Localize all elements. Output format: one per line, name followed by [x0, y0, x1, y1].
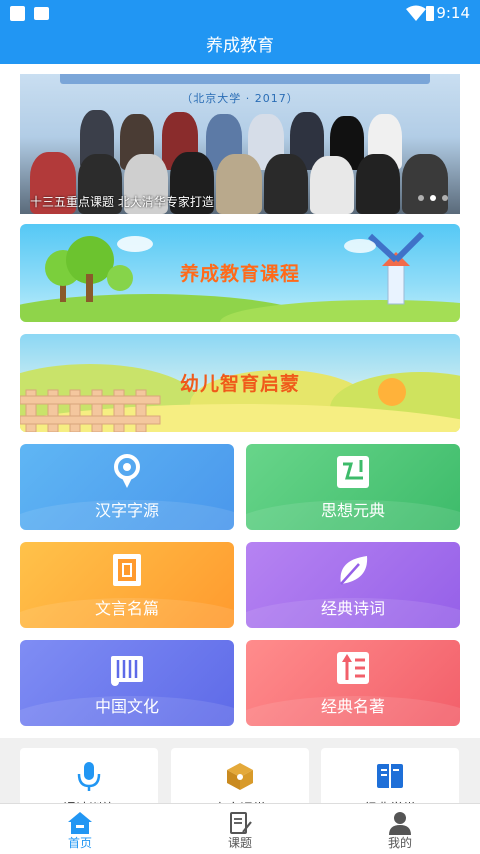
category-label: 文言名篇 [94, 599, 159, 618]
category-tile-poetry[interactable]: 经典诗词 [246, 542, 460, 628]
lightbulb-icon [114, 454, 140, 488]
scroll-icon [113, 554, 141, 586]
quick-link-recitation[interactable]: 诵读训练 [20, 748, 158, 808]
nav-profile[interactable]: 我的 [320, 804, 480, 854]
carousel-indicator [412, 186, 448, 205]
nav-label: 课题 [227, 836, 252, 850]
category-tile-masterpieces[interactable]: 经典名著 [246, 640, 460, 726]
box-icon [227, 763, 253, 790]
status-time: 9:14 [436, 4, 470, 22]
nav-label: 首页 [67, 836, 92, 850]
person [216, 154, 262, 214]
microphone-icon [77, 762, 101, 791]
leaf-icon [340, 556, 368, 585]
category-tile-hanzi[interactable]: 汉字字源 [20, 444, 234, 530]
nav-topics[interactable]: 课题 [160, 804, 320, 854]
battery-icon [426, 6, 434, 21]
person [310, 156, 354, 214]
carousel-dot [418, 195, 424, 201]
open-book-icon [377, 764, 403, 788]
signal-icon [390, 5, 404, 23]
notification-icon [34, 7, 49, 20]
bamboo-scroll-icon [111, 656, 143, 686]
category-tile-wenyan[interactable]: 文言名篇 [20, 542, 234, 628]
banner-carousel[interactable]: （北京大学 · 2017） 十三五重点课题 北大清华专家打造 [20, 74, 460, 214]
notification-icon [10, 6, 25, 21]
quick-link-expert[interactable]: 专家课堂 [171, 748, 309, 808]
wifi-icon [406, 5, 426, 21]
feature-card-label: 养成教育课程 [179, 263, 300, 285]
user-icon [389, 812, 411, 835]
book-scroll-icon [337, 456, 369, 488]
person [264, 154, 308, 214]
category-label: 汉字字源 [94, 501, 159, 520]
person [402, 154, 448, 214]
app-title: 养成教育 [0, 28, 480, 64]
category-tile-classics[interactable]: 思想元典 [246, 444, 460, 530]
category-label: 经典名著 [320, 697, 385, 716]
feature-card-label: 幼儿智育启蒙 [179, 373, 300, 395]
quick-link-classroom[interactable]: 经典学堂 [321, 748, 459, 808]
category-label: 经典诗词 [320, 599, 385, 618]
feature-card-course[interactable]: 养成教育课程 [20, 224, 460, 322]
notepad-icon [230, 812, 252, 834]
bottom-navigation: 首页 课题 我的 [0, 803, 480, 854]
book-icon [337, 652, 369, 684]
banner-caption: 十三五重点课题 北大清华专家打造 [30, 195, 214, 209]
nav-label: 我的 [387, 836, 412, 850]
feature-card-enlightenment[interactable]: 幼儿智育启蒙 [20, 334, 460, 432]
person [356, 154, 400, 214]
category-tile-culture[interactable]: 中国文化 [20, 640, 234, 726]
category-label: 中国文化 [94, 697, 159, 716]
banner-subtitle: （北京大学 · 2017） [181, 92, 299, 105]
home-icon [68, 812, 92, 834]
category-label: 思想元典 [320, 501, 385, 520]
status-bar: 9:14 [0, 0, 480, 28]
carousel-dot [442, 195, 448, 201]
banner-title-strip [60, 74, 430, 84]
nav-home[interactable]: 首页 [0, 804, 160, 854]
carousel-dot-active [430, 195, 436, 201]
